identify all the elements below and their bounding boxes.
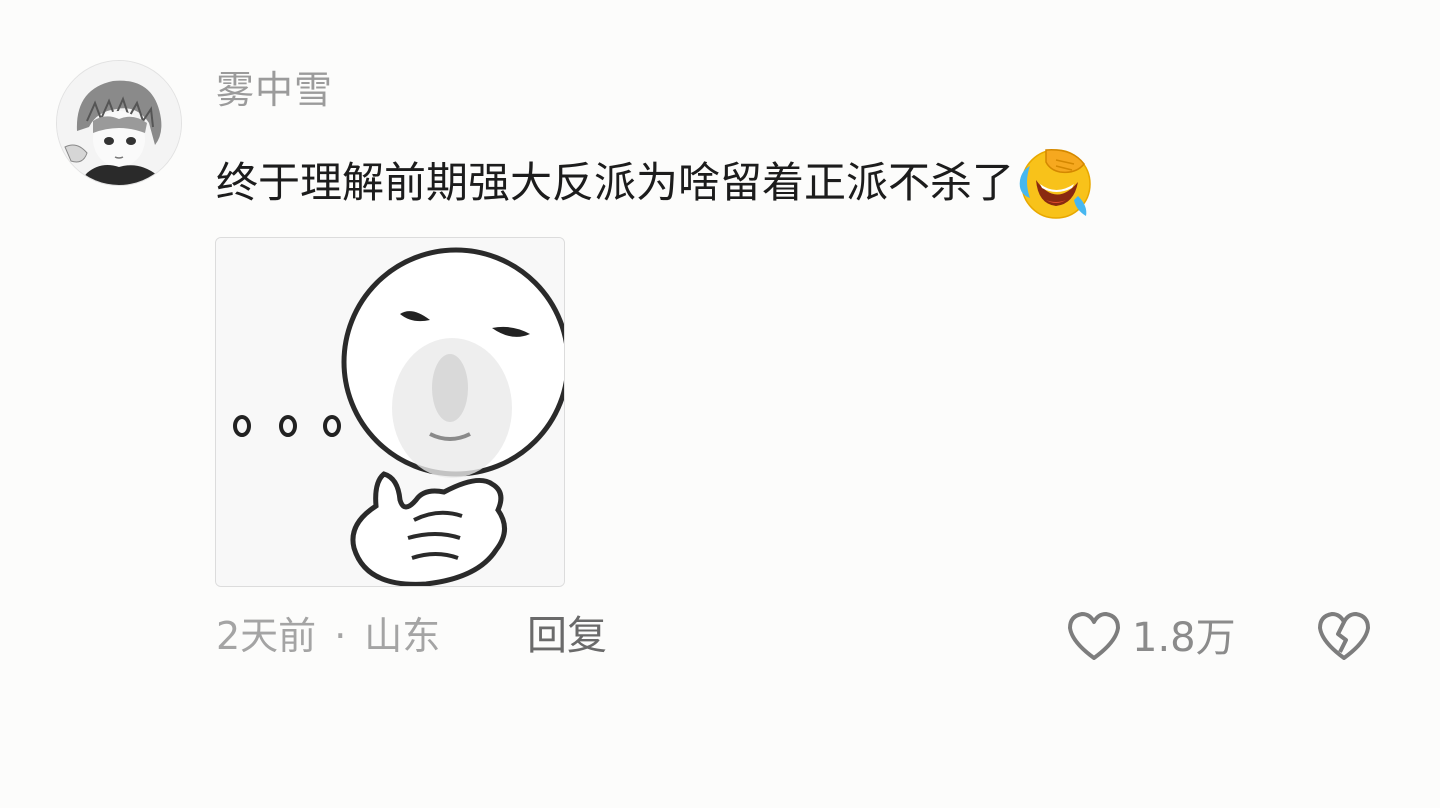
- like-button[interactable]: 1.8万: [1064, 606, 1236, 670]
- reply-button[interactable]: 回复: [527, 610, 607, 662]
- comment-location: 山东: [364, 614, 441, 658]
- meta-separator: ·: [334, 614, 347, 658]
- comment-text: 终于理解前期强大反派为啥留着正派不杀了: [216, 158, 1015, 207]
- dislike-button[interactable]: [1314, 606, 1374, 666]
- broken-heart-icon: [1314, 612, 1374, 670]
- comment-meta: 2天前 · 山东: [216, 610, 440, 662]
- comment-item: 雾中雪 终于理解前期强大反派为啥留着正派不杀了 2天前 · 山东 回复 1.8万: [0, 0, 1440, 808]
- thinking-meme-sticker[interactable]: [215, 237, 565, 587]
- avatar[interactable]: [56, 60, 182, 186]
- username[interactable]: 雾中雪: [216, 66, 333, 114]
- like-count: 1.8万: [1132, 615, 1236, 661]
- laughing-crying-emoji-icon: [1016, 144, 1094, 222]
- comment-time: 2天前: [216, 614, 317, 658]
- heart-outline-icon: [1064, 606, 1124, 670]
- comment-text-row: 终于理解前期强大反派为啥留着正派不杀了: [216, 144, 1094, 222]
